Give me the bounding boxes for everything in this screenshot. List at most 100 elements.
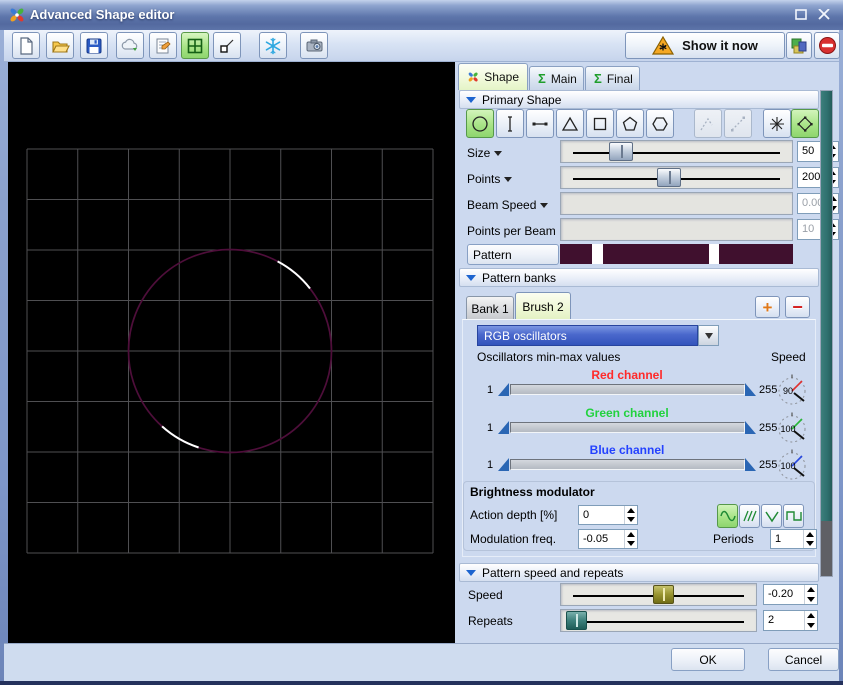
pattern-speed-header[interactable]: Pattern speed and repeats [459, 563, 819, 582]
spin-down-icon[interactable] [627, 517, 635, 522]
shape-vertical-line-button[interactable] [496, 109, 524, 138]
brush2-tab[interactable]: Brush 2 [515, 292, 571, 320]
primary-shape-header[interactable]: Primary Shape [459, 90, 819, 109]
red-channel-label: Red channel [509, 368, 745, 382]
show-it-now-button[interactable]: Show it now [625, 32, 785, 59]
blue-speed-knob[interactable]: 100 [773, 447, 811, 485]
waveform-triangle-button[interactable] [761, 504, 782, 528]
remove-bank-button[interactable]: − [785, 296, 810, 318]
bank1-tab[interactable]: Bank 1 [466, 296, 514, 320]
shape-pentagon-button[interactable] [616, 109, 644, 138]
periods-spinner[interactable]: 1 [770, 529, 817, 549]
point-edit-button[interactable] [213, 32, 241, 59]
add-bank-button[interactable]: + [755, 296, 780, 318]
pentagon-shape-icon [620, 114, 640, 134]
stop-icon [818, 36, 837, 55]
green-speed-knob[interactable]: 100 [773, 410, 811, 448]
snapshot-button[interactable] [300, 32, 328, 59]
save-button[interactable] [80, 32, 108, 59]
repeats-slider-thumb[interactable] [566, 611, 587, 630]
waveform-square-button[interactable] [783, 504, 804, 528]
open-folder-icon [51, 37, 70, 55]
shape-circle-button[interactable] [466, 109, 494, 138]
size-slider[interactable] [560, 140, 793, 163]
waveform-sine-button[interactable] [717, 504, 738, 528]
red-min-value: 1 [487, 384, 493, 396]
shape-diagonal-button-disabled [724, 109, 752, 138]
shape-horizontal-line-button[interactable] [526, 109, 554, 138]
ok-button[interactable]: OK [671, 648, 745, 671]
spin-down-icon[interactable] [627, 541, 635, 546]
preview-grid [27, 149, 433, 553]
new-document-button[interactable] [12, 32, 40, 59]
maximize-button[interactable] [792, 7, 810, 24]
panel-scrollbar[interactable] [820, 90, 833, 577]
blue-channel-track[interactable] [510, 459, 745, 470]
layers-button[interactable] [786, 32, 812, 59]
green-channel-track[interactable] [510, 422, 745, 433]
tab-main-label: Main [551, 72, 577, 86]
paste-button[interactable] [149, 32, 177, 59]
oscillator-mode-dropdown[interactable]: RGB oscillators [477, 325, 698, 346]
spin-down-icon[interactable] [806, 541, 814, 546]
repeats-label: Repeats [468, 614, 513, 628]
spin-down-icon[interactable] [807, 597, 815, 602]
stop-output-button[interactable] [814, 32, 840, 59]
cancel-button[interactable]: Cancel [768, 648, 839, 671]
freeze-button[interactable] [259, 32, 287, 59]
size-slider-thumb[interactable] [609, 142, 633, 161]
shape-triangle-button[interactable] [556, 109, 584, 138]
spin-up-icon[interactable] [806, 532, 814, 537]
open-button[interactable] [46, 32, 74, 59]
points-slider[interactable] [560, 166, 793, 189]
speed-value-spinner[interactable]: -0.20 [763, 584, 818, 605]
dotted-peak-icon [698, 114, 718, 134]
grid-toggle-button[interactable] [181, 32, 209, 59]
points-per-beam-label[interactable]: Points per Beam [467, 219, 568, 242]
sawtooth-wave-icon [742, 508, 758, 524]
speed-slider-thumb[interactable] [653, 585, 674, 604]
waveform-sawtooth-button[interactable] [739, 504, 760, 528]
laser-preview-canvas[interactable] [8, 62, 455, 643]
mod-freq-value: -0.05 [579, 530, 624, 548]
red-speed-knob[interactable]: 90 [773, 372, 811, 410]
dotted-diagonal-line-icon [728, 114, 748, 134]
dropdown-arrow-button[interactable] [698, 325, 719, 346]
tab-main[interactable]: Σ Main [529, 66, 584, 90]
pattern-banks-header[interactable]: Pattern banks [459, 268, 819, 287]
blue-channel-label: Blue channel [509, 443, 745, 457]
shape-hexagon-button[interactable] [646, 109, 674, 138]
collapse-arrow-icon [466, 570, 476, 576]
size-label[interactable]: Size [467, 141, 502, 164]
beam-speed-slider-disabled [560, 192, 793, 215]
red-channel-track[interactable] [510, 384, 745, 395]
star-mode-button[interactable] [763, 109, 791, 138]
pattern-preview-strip[interactable] [560, 244, 793, 264]
action-depth-spinner[interactable]: 0 [578, 505, 638, 525]
tab-shape[interactable]: Shape [458, 63, 528, 90]
spin-up-icon[interactable] [807, 613, 815, 618]
hexagon-shape-icon [650, 114, 670, 134]
pattern-speed-slider[interactable] [560, 583, 757, 606]
pattern-button[interactable]: Pattern [467, 244, 559, 265]
scrollbar-thumb[interactable] [821, 91, 832, 521]
points-slider-thumb[interactable] [657, 168, 681, 187]
cloud-button[interactable] [116, 32, 144, 59]
spin-up-icon[interactable] [627, 508, 635, 513]
tab-final[interactable]: Σ Final [585, 66, 640, 90]
close-button[interactable] [814, 7, 834, 24]
mod-freq-spinner[interactable]: -0.05 [578, 529, 638, 549]
spin-up-icon[interactable] [807, 587, 815, 592]
point-line-icon [218, 37, 236, 55]
beam-speed-label[interactable]: Beam Speed [467, 193, 548, 216]
repeats-value-spinner[interactable]: 2 [763, 610, 818, 631]
spin-down-icon[interactable] [807, 623, 815, 628]
spin-up-icon[interactable] [627, 532, 635, 537]
title-bar[interactable]: Advanced Shape editor [0, 0, 843, 30]
star-burst-icon [767, 114, 787, 134]
shape-square-button[interactable] [586, 109, 614, 138]
label-dropdown-caret [494, 151, 502, 156]
points-label[interactable]: Points [467, 167, 512, 190]
repeats-slider[interactable] [560, 609, 757, 632]
diamond-mode-button[interactable] [791, 109, 819, 138]
